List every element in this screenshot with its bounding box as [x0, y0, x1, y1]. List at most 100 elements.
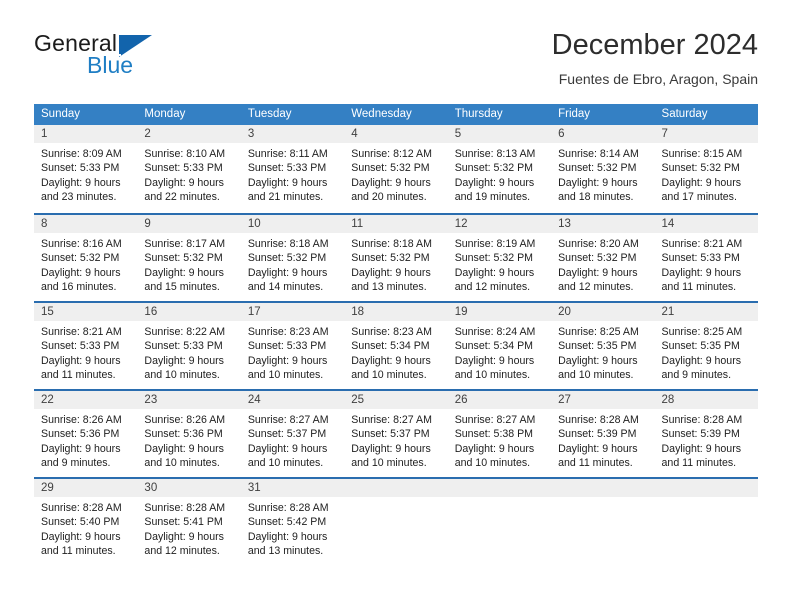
day-number: 9 — [144, 218, 151, 230]
daylight-line-1: Daylight: 9 hours — [454, 266, 535, 279]
day-number: 24 — [247, 394, 261, 406]
daylight-line-1: Daylight: 9 hours — [558, 354, 638, 367]
day-info: Sunrise: 8:20 AM Sunset: 5:32 PM Daylight:… — [551, 233, 654, 295]
day-cell-22[interactable]: 22 Sunrise: 8:26 AM Sunset: 5:36 PM Dayligh… — [34, 391, 138, 477]
sunset-time: Sunset: 5:36 PM — [144, 428, 223, 441]
sunset-time: Sunset: 5:35 PM — [558, 340, 637, 353]
day-cell-9[interactable]: 9 Sunrise: 8:17 AM Sunset: 5:32 PM Daylight… — [137, 215, 241, 301]
day-cell-24[interactable]: 24 Sunrise: 8:27 AM Sunset: 5:37 PM Dayligh… — [240, 391, 345, 477]
day-cell-29[interactable]: 29 Sunrise: 8:28 AM Sunset: 5:40 PM Dayligh… — [34, 479, 138, 565]
day-info: Sunrise: 8:21 AM Sunset: 5:33 PM Daylight:… — [655, 233, 758, 295]
day-cell-23[interactable]: 23 Sunrise: 8:26 AM Sunset: 5:36 PM Dayligh… — [137, 391, 241, 477]
sunset-time: Sunset: 5:34 PM — [454, 340, 534, 353]
sunrise-time: Sunrise: 8:09 AM — [41, 148, 122, 160]
day-number: 22 — [41, 394, 54, 406]
calendar-week-row: 22 Sunrise: 8:26 AM Sunset: 5:36 PM Dayligh… — [34, 389, 758, 477]
sunset-time: Sunset: 5:33 PM — [247, 162, 327, 175]
day-cell-21[interactable]: 21 Sunrise: 8:25 AM Sunset: 5:35 PM Dayligh… — [654, 303, 758, 389]
sunset-time: Sunset: 5:32 PM — [351, 162, 430, 175]
daylight-line-1: Daylight: 9 hours — [558, 266, 638, 279]
sunrise-time: Sunrise: 8:25 AM — [558, 326, 639, 338]
day-cell-11[interactable]: 11 Sunrise: 8:18 AM Sunset: 5:32 PM Dayligh… — [344, 215, 448, 301]
daylight-line-2: and 10 minutes. — [454, 369, 531, 382]
day-number-band: 23 — [137, 391, 241, 409]
day-number-band — [447, 479, 552, 497]
day-cell-4[interactable]: 4 Sunrise: 8:12 AM Sunset: 5:32 PM Daylight… — [344, 125, 448, 213]
day-number: 19 — [454, 306, 468, 318]
daylight-line-1: Daylight: 9 hours — [144, 266, 224, 279]
day-info: Sunrise: 8:26 AM Sunset: 5:36 PM Daylight:… — [34, 409, 137, 471]
sunrise-time: Sunrise: 8:18 AM — [247, 238, 329, 250]
day-number-band: 1 — [34, 125, 138, 143]
day-info: Sunrise: 8:10 AM Sunset: 5:33 PM Daylight:… — [137, 143, 240, 205]
sunrise-time: Sunrise: 8:28 AM — [41, 502, 122, 514]
day-info: Sunrise: 8:23 AM Sunset: 5:33 PM Daylight:… — [241, 321, 344, 383]
calendar-weeks: 1 Sunrise: 8:09 AM Sunset: 5:33 PM Daylight… — [34, 125, 758, 565]
day-cell-8[interactable]: 8 Sunrise: 8:16 AM Sunset: 5:32 PM Daylight… — [34, 215, 138, 301]
day-cell-10[interactable]: 10 Sunrise: 8:18 AM Sunset: 5:32 PM Dayligh… — [240, 215, 345, 301]
daylight-line-1: Daylight: 9 hours — [41, 354, 121, 367]
day-cell-14[interactable]: 14 Sunrise: 8:21 AM Sunset: 5:33 PM Dayligh… — [654, 215, 758, 301]
day-number-band — [344, 479, 448, 497]
day-cell-18[interactable]: 18 Sunrise: 8:23 AM Sunset: 5:34 PM Dayligh… — [344, 303, 448, 389]
day-info: Sunrise: 8:22 AM Sunset: 5:33 PM Daylight:… — [137, 321, 240, 383]
day-cell-3[interactable]: 3 Sunrise: 8:11 AM Sunset: 5:33 PM Daylight… — [240, 125, 345, 213]
day-cell-12[interactable]: 12 Sunrise: 8:19 AM Sunset: 5:32 PM Dayligh… — [447, 215, 552, 301]
day-cell-17[interactable]: 17 Sunrise: 8:23 AM Sunset: 5:33 PM Dayligh… — [240, 303, 345, 389]
sunset-time: Sunset: 5:32 PM — [41, 252, 120, 265]
weekday-header-thursday: Thursday — [454, 108, 503, 120]
brand-logo[interactable]: General Blue — [34, 30, 254, 92]
day-number-band: 19 — [447, 303, 552, 321]
day-number-band: 21 — [654, 303, 758, 321]
daylight-line-1: Daylight: 9 hours — [661, 354, 742, 367]
day-cell-20[interactable]: 20 Sunrise: 8:25 AM Sunset: 5:35 PM Dayligh… — [551, 303, 655, 389]
sunrise-time: Sunrise: 8:24 AM — [454, 326, 536, 338]
daylight-line-1: Daylight: 9 hours — [454, 354, 535, 367]
sunrise-time: Sunrise: 8:23 AM — [247, 326, 329, 338]
day-number: 20 — [558, 306, 571, 318]
day-info: Sunrise: 8:25 AM Sunset: 5:35 PM Daylight:… — [655, 321, 758, 383]
day-number: 25 — [351, 394, 365, 406]
daylight-line-2: and 12 minutes. — [144, 545, 220, 558]
day-number-band: 22 — [34, 391, 138, 409]
day-cell-15[interactable]: 15 Sunrise: 8:21 AM Sunset: 5:33 PM Dayligh… — [34, 303, 138, 389]
day-number-band: 24 — [240, 391, 345, 409]
day-cell-28[interactable]: 28 Sunrise: 8:28 AM Sunset: 5:39 PM Dayligh… — [654, 391, 758, 477]
day-cell-31[interactable]: 31 Sunrise: 8:28 AM Sunset: 5:42 PM Dayligh… — [240, 479, 345, 565]
day-cell-1[interactable]: 1 Sunrise: 8:09 AM Sunset: 5:33 PM Daylight… — [34, 125, 138, 213]
sunrise-time: Sunrise: 8:27 AM — [247, 414, 329, 426]
sunset-time: Sunset: 5:32 PM — [454, 252, 534, 265]
daylight-line-2: and 11 minutes. — [41, 545, 116, 558]
day-number-band: 15 — [34, 303, 138, 321]
sunset-time: Sunset: 5:35 PM — [661, 340, 740, 353]
day-cell-6[interactable]: 6 Sunrise: 8:14 AM Sunset: 5:32 PM Daylight… — [551, 125, 655, 213]
sunset-time: Sunset: 5:33 PM — [661, 252, 740, 265]
day-number: 11 — [351, 218, 364, 230]
sunrise-time: Sunrise: 8:26 AM — [41, 414, 122, 426]
day-cell-2[interactable]: 2 Sunrise: 8:10 AM Sunset: 5:33 PM Daylight… — [137, 125, 241, 213]
day-cell-7[interactable]: 7 Sunrise: 8:15 AM Sunset: 5:32 PM Daylight… — [654, 125, 758, 213]
sunrise-time: Sunrise: 8:28 AM — [247, 502, 329, 514]
day-cell-27[interactable]: 27 Sunrise: 8:28 AM Sunset: 5:39 PM Dayligh… — [551, 391, 655, 477]
day-number-band: 16 — [137, 303, 241, 321]
day-number-band: 27 — [551, 391, 655, 409]
weekday-header-monday: Monday — [144, 108, 186, 120]
daylight-line-2: and 19 minutes. — [454, 191, 531, 204]
day-number: 30 — [144, 482, 158, 494]
sunset-time: Sunset: 5:32 PM — [351, 252, 430, 265]
day-cell-5[interactable]: 5 Sunrise: 8:13 AM Sunset: 5:32 PM Daylight… — [447, 125, 552, 213]
day-cell-30[interactable]: 30 Sunrise: 8:28 AM Sunset: 5:41 PM Dayligh… — [137, 479, 241, 565]
day-cell-19[interactable]: 19 Sunrise: 8:24 AM Sunset: 5:34 PM Dayligh… — [447, 303, 552, 389]
day-cell-25[interactable]: 25 Sunrise: 8:27 AM Sunset: 5:37 PM Dayligh… — [344, 391, 448, 477]
day-number: 21 — [661, 306, 675, 318]
sunrise-time: Sunrise: 8:21 AM — [661, 238, 743, 250]
day-cell-26[interactable]: 26 Sunrise: 8:27 AM Sunset: 5:38 PM Dayligh… — [447, 391, 552, 477]
day-info: Sunrise: 8:21 AM Sunset: 5:33 PM Daylight:… — [34, 321, 137, 383]
daylight-line-1: Daylight: 9 hours — [247, 530, 328, 543]
day-cell-16[interactable]: 16 Sunrise: 8:22 AM Sunset: 5:33 PM Dayligh… — [137, 303, 241, 389]
sunrise-time: Sunrise: 8:14 AM — [558, 148, 639, 160]
day-number: 17 — [247, 306, 261, 318]
day-cell-13[interactable]: 13 Sunrise: 8:20 AM Sunset: 5:32 PM Dayligh… — [551, 215, 655, 301]
daylight-line-2: and 10 minutes. — [144, 457, 220, 470]
calendar-week-row: 29 Sunrise: 8:28 AM Sunset: 5:40 PM Dayligh… — [34, 477, 758, 565]
